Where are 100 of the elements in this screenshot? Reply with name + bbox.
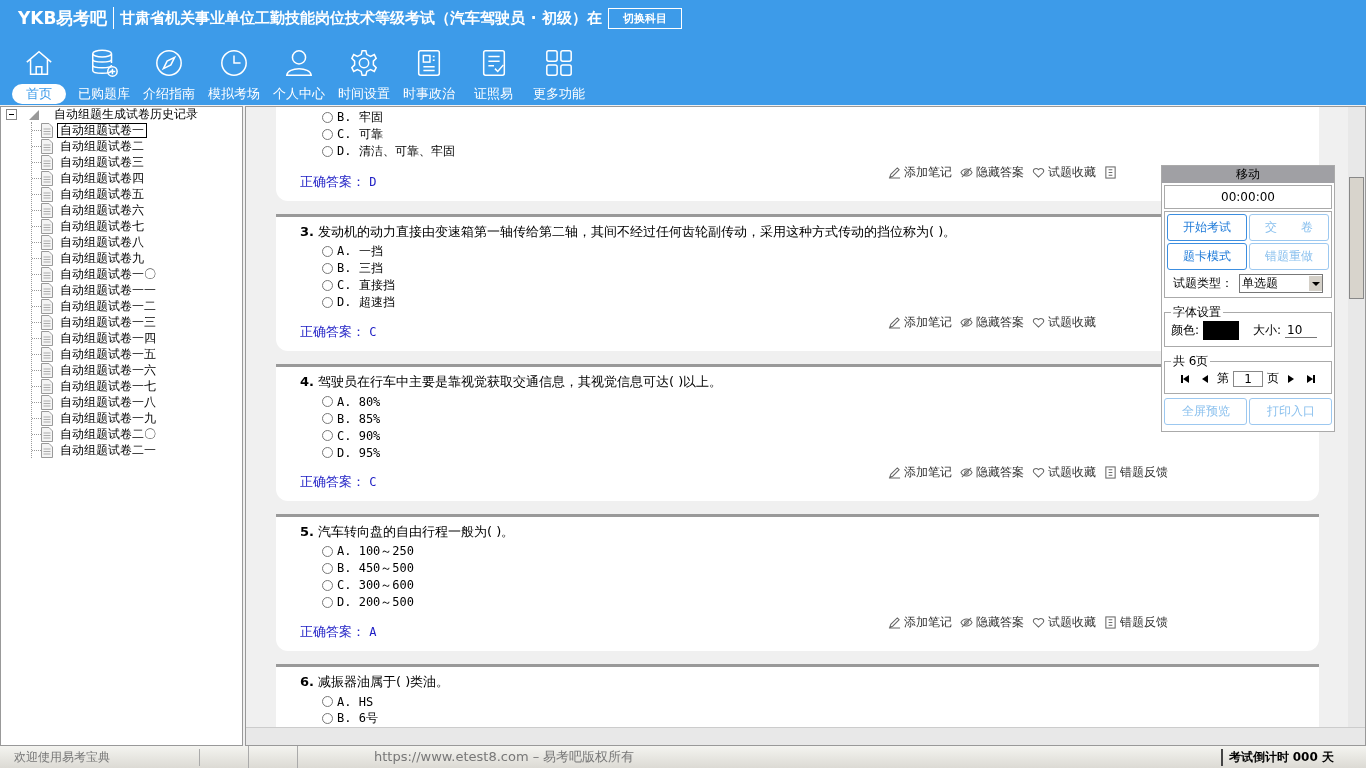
book-icon[interactable] [1104,466,1117,479]
radio-button[interactable] [322,447,333,458]
book-icon[interactable] [1104,166,1117,179]
action-link[interactable]: 错题反馈 [1120,614,1168,631]
radio-button[interactable] [322,263,333,274]
tree-item[interactable]: 自动组题试卷四 [57,170,147,186]
horizontal-scrollbar[interactable] [246,727,1365,745]
radio-button[interactable] [322,246,333,257]
action-link[interactable]: 隐藏答案 [976,464,1024,481]
eye-icon[interactable] [960,616,973,629]
option-label: A. 80% [337,394,381,409]
action-link[interactable]: 试题收藏 [1048,464,1096,481]
action-link[interactable]: 隐藏答案 [976,164,1024,181]
tree-item[interactable]: 自动组题试卷一一 [57,282,159,298]
radio-button[interactable] [322,146,333,157]
action-link[interactable]: 试题收藏 [1048,614,1096,631]
previous-page-icon[interactable] [1200,373,1210,384]
question-text: 4. 驾驶员在行车中主要是靠视觉获取交通信息，其视觉信息可达( )以上。 [300,373,723,391]
book-icon[interactable] [1104,616,1117,629]
radio-button[interactable] [322,413,333,424]
eye-icon[interactable] [960,316,973,329]
page-field[interactable]: 1 [1233,370,1263,387]
tree-item[interactable]: 自动组题试卷七 [57,218,147,234]
tree-item[interactable]: 自动组题试卷二〇 [57,426,159,442]
collapse-toggle[interactable] [6,109,17,120]
size-field[interactable]: 10 [1285,323,1318,338]
radio-button[interactable] [322,713,333,724]
eye-icon[interactable] [960,166,973,179]
tree-item[interactable]: 自动组题试卷一 [57,122,147,138]
action-link[interactable]: 添加笔记 [904,614,952,631]
tree-item[interactable]: 自动组题试卷一八 [57,394,159,410]
tree-item[interactable]: 自动组题试卷六 [57,202,147,218]
tree-item[interactable]: 自动组题试卷一四 [57,330,159,346]
action-link[interactable]: 试题收藏 [1048,314,1096,331]
heart-icon[interactable] [1032,616,1045,629]
radio-button[interactable] [322,129,333,140]
panel-button[interactable]: 题卡模式 [1167,243,1247,270]
eye-icon[interactable] [960,466,973,479]
pencil-icon[interactable] [888,616,901,629]
pencil-icon[interactable] [888,466,901,479]
tree-item[interactable]: 自动组题试卷一三 [57,314,159,330]
tree-item[interactable]: 自动组题试卷一〇 [57,266,159,282]
pencil-icon[interactable] [888,166,901,179]
heart-icon[interactable] [1032,166,1045,179]
answer-value: C [369,325,377,339]
panel-button[interactable]: 开始考试 [1167,214,1247,241]
timer-display: 00:00:00 [1164,185,1332,209]
action-link[interactable]: 添加笔记 [904,464,952,481]
option-label: D. 清洁、可靠、牢固 [337,143,455,160]
tree-item[interactable]: 自动组题试卷一五 [57,346,159,362]
grid-icon[interactable] [543,48,574,78]
radio-button[interactable] [322,430,333,441]
radio-button[interactable] [322,546,333,557]
tree-item[interactable]: 自动组题试卷一九 [57,410,159,426]
action-link[interactable]: 隐藏答案 [976,614,1024,631]
answer-label: 正确答案： [300,324,365,339]
radio-button[interactable] [322,396,333,407]
tree-item[interactable]: 自动组题试卷一二 [57,298,159,314]
tree-item[interactable]: 自动组题试卷一七 [57,378,159,394]
radio-button[interactable] [322,580,333,591]
tree-root-label[interactable]: 自动组题生成试卷历史记录 [51,107,201,122]
radio-button[interactable] [322,563,333,574]
page-suffix: 页 [1267,370,1279,387]
tree-item[interactable]: 自动组题试卷八 [57,234,147,250]
last-page-icon[interactable] [1306,373,1316,384]
clock-icon[interactable] [218,48,249,78]
person-icon[interactable] [283,48,314,78]
radio-button[interactable] [322,297,333,308]
action-link[interactable]: 添加笔记 [904,164,952,181]
type-label: 试题类型： [1173,275,1233,292]
panel-title[interactable]: 移动 [1162,166,1334,183]
next-page-icon[interactable] [1286,373,1296,384]
tree-item[interactable]: 自动组题试卷三 [57,154,147,170]
action-link[interactable]: 错题反馈 [1120,464,1168,481]
radio-button[interactable] [322,597,333,608]
answer-label: 正确答案： [300,624,365,639]
tree-item[interactable]: 自动组题试卷二一 [57,442,159,458]
app-logo: YKB易考吧 [18,6,108,30]
answer-label: 正确答案： [300,174,365,189]
type-dropdown[interactable]: 单选题 [1239,274,1323,293]
home-icon[interactable] [23,48,54,78]
color-swatch[interactable] [1203,321,1240,340]
pencil-icon[interactable] [888,316,901,329]
first-page-icon[interactable] [1180,373,1190,384]
action-link[interactable]: 试题收藏 [1048,164,1096,181]
settings-icon[interactable] [348,48,379,78]
tree-item[interactable]: 自动组题试卷二 [57,138,147,154]
action-link[interactable]: 隐藏答案 [976,314,1024,331]
compass-icon[interactable] [153,48,184,78]
tree-item[interactable]: 自动组题试卷九 [57,250,147,266]
tree-item[interactable]: 自动组题试卷五 [57,186,147,202]
vertical-scrollbar[interactable] [1348,107,1365,728]
option-label: B. 三挡 [337,260,383,277]
radio-button[interactable] [322,280,333,291]
heart-icon[interactable] [1032,316,1045,329]
tree-item[interactable]: 自动组题试卷一六 [57,362,159,378]
heart-icon[interactable] [1032,466,1045,479]
radio-button[interactable] [322,112,333,123]
action-link[interactable]: 添加笔记 [904,314,952,331]
radio-button[interactable] [322,696,333,707]
